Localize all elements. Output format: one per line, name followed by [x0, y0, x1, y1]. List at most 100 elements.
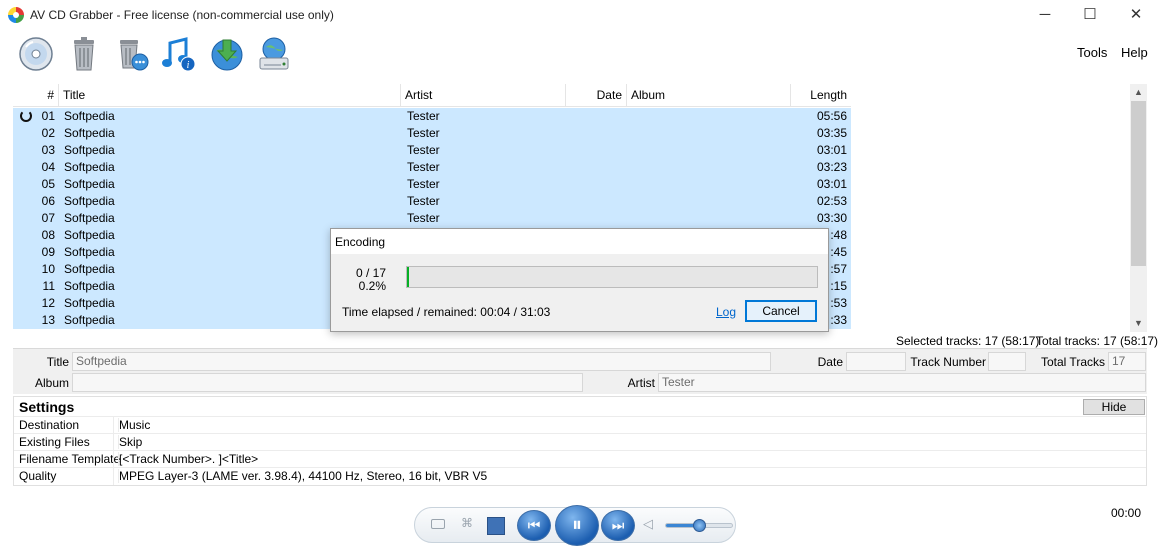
track-list-scrollbar[interactable]: ▲ ▼ — [1130, 84, 1147, 332]
table-row[interactable]: 03 Softpedia Tester 03:01 — [13, 142, 851, 159]
setting-key: Filename Template — [19, 452, 121, 466]
music-info-icon[interactable]: i — [160, 35, 198, 73]
table-row[interactable]: 05 Softpedia Tester 03:01 — [13, 176, 851, 193]
track-artist-cell: Tester — [407, 160, 440, 174]
encoding-progress-bar — [406, 266, 818, 288]
volume-knob[interactable] — [693, 519, 706, 532]
pause-button[interactable]: ⏸ — [555, 505, 599, 546]
setting-divider — [113, 417, 114, 434]
table-row[interactable]: 04 Softpedia Tester 03:23 — [13, 159, 851, 176]
network-drive-icon[interactable] — [255, 35, 293, 73]
setting-row-filename-template[interactable]: Filename Template [<Track Number>. ]<Tit… — [14, 450, 1146, 468]
next-track-button[interactable]: ⏭ — [601, 510, 635, 541]
track-artist-cell: Tester — [407, 109, 440, 123]
time-elapsed: Time elapsed / remained: 00:04 / 31:03 — [342, 305, 551, 319]
window-title: AV CD Grabber - Free license (non-commer… — [30, 8, 334, 22]
progress-percent: 0.2% — [358, 279, 386, 293]
album-field[interactable] — [72, 373, 583, 392]
minimize-button[interactable]: ─ — [1022, 0, 1068, 30]
track-artist-cell: Tester — [407, 194, 440, 208]
previous-track-button[interactable]: ⏮ — [517, 510, 551, 541]
cd-icon[interactable] — [17, 35, 55, 73]
repeat-icon[interactable] — [431, 519, 445, 529]
total-tracks-label: Total Tracks — [1040, 355, 1105, 369]
track-title-cell: Softpedia — [64, 177, 115, 191]
column-length[interactable]: Length — [791, 84, 851, 107]
setting-value: Skip — [118, 435, 143, 449]
stop-icon[interactable] — [487, 517, 505, 535]
title-bar: AV CD Grabber - Free license (non-commer… — [0, 0, 1159, 30]
previous-icon: ⏮ — [527, 517, 541, 533]
setting-row-quality[interactable]: Quality MPEG Layer-3 (LAME ver. 3.98.4),… — [14, 467, 1146, 485]
track-length-cell: 03:23 — [816, 160, 847, 174]
hide-settings-button[interactable]: Hide — [1083, 399, 1145, 415]
app-icon — [8, 7, 24, 23]
track-num-cell: 09 — [41, 245, 55, 259]
track-number-field[interactable] — [988, 352, 1026, 371]
column-title[interactable]: Title — [59, 84, 401, 107]
track-title-cell: Softpedia — [64, 211, 115, 225]
playback-time: 00:00 — [1111, 506, 1142, 520]
download-globe-icon[interactable] — [208, 35, 246, 73]
track-num-cell: 05 — [41, 177, 55, 191]
volume-icon[interactable]: ◁ — [643, 516, 653, 532]
encoding-dialog: Encoding 0 / 17 0.2% Time elapsed / rema… — [330, 228, 829, 332]
tag-editor: Title Softpedia Date Track Number Total … — [13, 348, 1147, 394]
scroll-down-icon[interactable]: ▼ — [1130, 315, 1147, 332]
table-row[interactable]: 06 Softpedia Tester 02:53 — [13, 193, 851, 210]
column-artist[interactable]: Artist — [401, 84, 566, 107]
setting-value: [<Track Number>. ]<Title> — [118, 452, 259, 466]
track-title-cell: Softpedia — [64, 160, 115, 174]
track-num-cell: 07 — [41, 211, 55, 225]
scroll-thumb[interactable] — [1131, 101, 1146, 266]
artist-field[interactable]: Tester — [658, 373, 1146, 392]
maximize-button[interactable]: ☐ — [1067, 0, 1113, 30]
settings-panel: Settings Hide Destination Music Existing… — [13, 396, 1147, 486]
toolbar: i Tools Help — [0, 30, 1159, 80]
track-num-cell: 11 — [42, 279, 55, 293]
album-label: Album — [34, 376, 69, 390]
track-num-cell: 02 — [41, 126, 55, 140]
column-number[interactable]: # — [13, 84, 59, 107]
total-tracks-field[interactable]: 17 — [1108, 352, 1146, 371]
track-length-cell: 03:01 — [816, 177, 847, 191]
track-length-cell: 03:30 — [816, 211, 847, 225]
track-title-cell: Softpedia — [64, 143, 115, 157]
shuffle-icon[interactable]: ⌘ — [461, 516, 473, 530]
volume-slider[interactable] — [665, 519, 733, 532]
scroll-up-icon[interactable]: ▲ — [1130, 84, 1147, 101]
date-label: Date — [817, 355, 843, 369]
column-album[interactable]: Album — [627, 84, 791, 107]
track-length-cell: 03:35 — [816, 126, 847, 140]
log-link[interactable]: Log — [716, 305, 736, 319]
column-date[interactable]: Date — [566, 84, 627, 107]
setting-divider — [113, 451, 114, 468]
track-num-cell: 03 — [41, 143, 55, 157]
title-label: Title — [46, 355, 69, 369]
next-icon: ⏭ — [611, 517, 625, 533]
menu-help[interactable]: Help — [1121, 45, 1148, 60]
track-num-cell: 12 — [41, 296, 55, 310]
table-row[interactable]: 01 Softpedia Tester 05:56 — [13, 108, 851, 125]
track-num-cell: 13 — [41, 313, 55, 327]
cancel-button[interactable]: Cancel — [745, 300, 817, 322]
setting-row-existing-files[interactable]: Existing Files Skip — [14, 433, 1146, 451]
track-num-cell: 06 — [41, 194, 55, 208]
title-field[interactable]: Softpedia — [72, 352, 771, 371]
setting-key: Existing Files — [19, 435, 90, 449]
setting-key: Destination — [19, 418, 80, 432]
close-button[interactable]: ✕ — [1113, 0, 1159, 30]
setting-divider — [113, 434, 114, 451]
dialog-body: 0 / 17 0.2% Time elapsed / remained: 00:… — [331, 254, 828, 331]
track-num-cell: 01 — [41, 109, 55, 123]
track-title-cell: Softpedia — [64, 194, 115, 208]
table-row[interactable]: 02 Softpedia Tester 03:35 — [13, 125, 851, 142]
trash-options-icon[interactable] — [114, 35, 152, 73]
trash-icon[interactable] — [65, 35, 103, 73]
track-num-cell: 10 — [41, 262, 55, 276]
setting-row-destination[interactable]: Destination Music — [14, 416, 1146, 434]
table-row[interactable]: 07 Softpedia Tester 03:30 — [13, 210, 851, 227]
menu-tools[interactable]: Tools — [1077, 45, 1107, 60]
date-field[interactable] — [846, 352, 906, 371]
track-artist-cell: Tester — [407, 177, 440, 191]
